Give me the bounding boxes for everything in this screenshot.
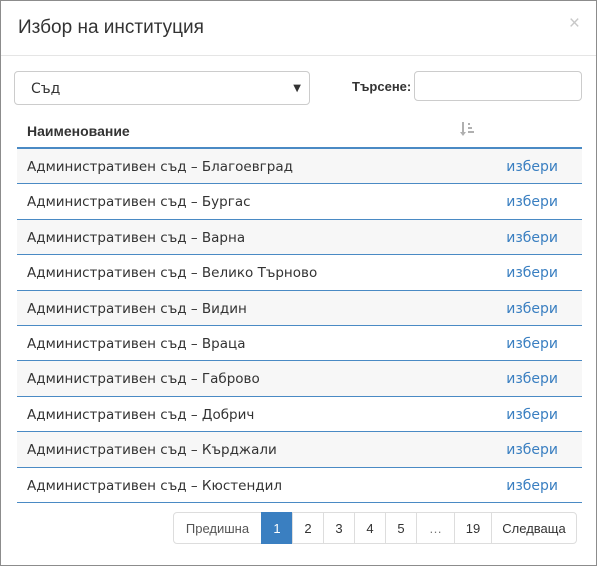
pagination-page-5[interactable]: 5 <box>385 512 417 544</box>
table-row: Административен съд – Велико Търново избе… <box>17 255 582 291</box>
table-row: Административен съд – Враца избери <box>17 326 582 362</box>
select-institution-link[interactable]: избери <box>506 193 558 211</box>
select-institution-link[interactable]: избери <box>506 229 558 247</box>
institution-name: Административен съд – Добрич <box>27 406 255 423</box>
search-input[interactable] <box>414 71 582 101</box>
select-institution-link[interactable]: избери <box>506 264 558 282</box>
table-row: Административен съд – Бургас избери <box>17 184 582 220</box>
institution-name: Административен съд – Враца <box>27 335 246 352</box>
table-row: Административен съд – Габрово избери <box>17 361 582 397</box>
select-institution-link[interactable]: избери <box>506 477 558 495</box>
select-institution-link[interactable]: избери <box>506 300 558 318</box>
pagination-page-4[interactable]: 4 <box>354 512 386 544</box>
table-row: Административен съд – Благоевград избери <box>17 149 582 185</box>
caret-down-icon: ▼ <box>293 83 301 94</box>
table-header: Наименование <box>17 112 582 149</box>
institutions-table: Наименование Административен съд – Благо… <box>17 112 582 503</box>
sort-amount-icon[interactable] <box>460 121 474 137</box>
table-row: Административен съд – Кърджали избери <box>17 432 582 468</box>
institution-name: Административен съд – Велико Търново <box>27 265 318 282</box>
pagination-page-last[interactable]: 19 <box>454 512 492 544</box>
pagination-prev-button[interactable]: Предишна <box>173 512 262 544</box>
search-label: Търсене: <box>352 79 412 94</box>
modal-header: Избор на институция × <box>1 1 596 56</box>
close-icon[interactable]: × <box>569 14 580 34</box>
institution-type-select[interactable]: Съд ▼ <box>14 71 310 105</box>
institution-name: Административен съд – Кюстендил <box>27 477 283 494</box>
table-row: Административен съд – Видин избери <box>17 290 582 326</box>
select-value: Съд <box>31 81 61 97</box>
select-institution-link[interactable]: избери <box>506 158 558 176</box>
modal-title: Избор на институция <box>18 17 204 38</box>
select-institution-link[interactable]: избери <box>506 370 558 388</box>
pagination: Предишна 1 2 3 4 5 … 19 Следваща <box>173 512 577 544</box>
institution-name: Административен съд – Благоевград <box>27 159 293 175</box>
pagination-page-2[interactable]: 2 <box>292 512 324 544</box>
pagination-ellipsis: … <box>416 512 455 544</box>
select-institution-link[interactable]: избери <box>506 441 558 459</box>
institution-name: Административен съд – Кърджали <box>27 442 277 459</box>
institution-name: Административен съд – Бургас <box>27 194 251 211</box>
institution-name: Административен съд – Варна <box>27 229 246 246</box>
pagination-page-1[interactable]: 1 <box>261 512 293 544</box>
table-row: Административен съд – Добрич избери <box>17 397 582 433</box>
institution-name: Административен съд – Габрово <box>27 371 260 388</box>
pagination-page-3[interactable]: 3 <box>323 512 355 544</box>
select-institution-link[interactable]: избери <box>506 406 558 424</box>
select-institution-link[interactable]: избери <box>506 335 558 353</box>
table-body: Административен съд – Благоевград избери А… <box>17 149 582 503</box>
institution-select-modal: Избор на институция × Съд ▼ Търсене: Наи… <box>0 0 597 566</box>
column-header-name[interactable]: Наименование <box>27 122 130 140</box>
pagination-next-button[interactable]: Следваща <box>491 512 577 544</box>
table-row: Административен съд – Кюстендил избери <box>17 468 582 503</box>
institution-name: Административен съд – Видин <box>27 300 247 317</box>
table-row: Административен съд – Варна избери <box>17 219 582 256</box>
